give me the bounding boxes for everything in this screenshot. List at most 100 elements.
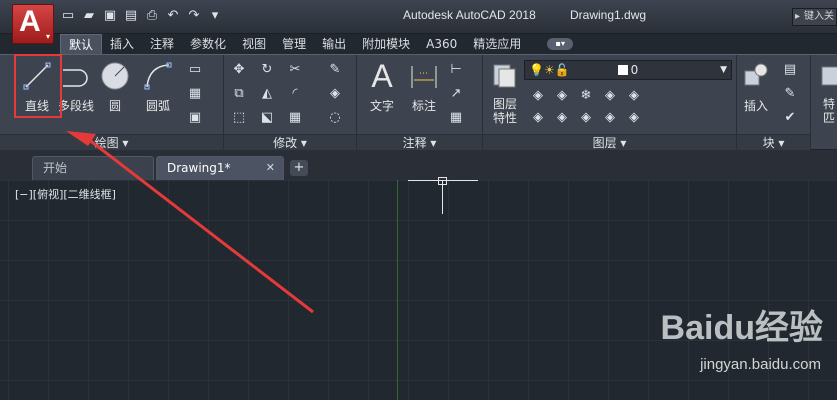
file-tabs-bar: 开始 Drawing1* ✕ + bbox=[0, 150, 837, 180]
text-tool-button[interactable]: A 文字 bbox=[365, 57, 399, 114]
layer-lock-icon[interactable]: ◈ bbox=[601, 87, 619, 105]
mirror-icon[interactable]: ◭ bbox=[258, 85, 276, 103]
line-tool-highlight bbox=[14, 54, 62, 118]
layer-thaw-icon[interactable]: ◈ bbox=[577, 109, 595, 127]
lock-icon: 🔓 bbox=[554, 63, 570, 77]
insert-block-icon bbox=[739, 59, 773, 93]
crosshair-vertical bbox=[442, 180, 443, 214]
dimension-tool-button[interactable]: ⋯ 标注 bbox=[407, 59, 441, 114]
rectangle-icon[interactable]: ▭ bbox=[186, 61, 204, 79]
annotation-panel-title-label: 注释 bbox=[402, 136, 427, 150]
layer-properties-label: 图层 特性 bbox=[487, 97, 523, 125]
undo-icon[interactable]: ↶ bbox=[165, 8, 181, 24]
viewport-controls[interactable]: [−][俯视][二维线框] bbox=[15, 186, 116, 202]
layer-unlock-icon[interactable]: ◈ bbox=[601, 109, 619, 127]
erase-icon[interactable]: ✎ bbox=[326, 61, 344, 79]
tab-annotate[interactable]: 注释 bbox=[142, 34, 182, 54]
modify-panel: ✥ ↻ ✂ ✎ ⧉ ◭ ◜ ◈ ⬚ ⬕ ▦ ◌ 修改 ▾ bbox=[224, 55, 357, 151]
layer-properties-label-line2: 特性 bbox=[492, 111, 517, 125]
tab-featured-apps[interactable]: 精选应用 bbox=[465, 34, 529, 54]
block-panel: 插入 ▤ ✎ ✔ 块 ▾ bbox=[737, 55, 811, 151]
offset-icon[interactable]: ◌ bbox=[326, 109, 344, 127]
arc-tool-button[interactable]: 圆弧 bbox=[138, 59, 178, 114]
trim-icon[interactable]: ✂ bbox=[286, 61, 304, 79]
layer-properties-label-line1: 图层 bbox=[492, 97, 517, 111]
modify-panel-title[interactable]: 修改 ▾ bbox=[224, 134, 356, 151]
application-menu-button[interactable]: A ▾ bbox=[12, 4, 54, 44]
hatch-icon[interactable]: ▦ bbox=[186, 85, 204, 103]
layers-panel: 图层 特性 💡☀🔓 0 ▼ ◈ ◈ ❄ ◈ ◈ ◈ ◈ ◈ ◈ ◈ 图层 ▾ bbox=[483, 55, 737, 151]
save-icon[interactable]: ▣ bbox=[102, 8, 118, 24]
rotate-icon[interactable]: ↻ bbox=[258, 61, 276, 79]
copy-icon[interactable]: ⧉ bbox=[230, 85, 248, 103]
layer-current-icon[interactable]: ◈ bbox=[529, 109, 547, 127]
layer-freeze-icon[interactable]: ❄ bbox=[577, 87, 595, 105]
lightbulb-icon: 💡 bbox=[529, 63, 544, 77]
region-icon[interactable]: ▣ bbox=[186, 109, 204, 127]
new-file-icon[interactable]: ▭ bbox=[60, 8, 76, 24]
print-icon[interactable]: ⎙ bbox=[144, 8, 160, 24]
tab-parametric[interactable]: 参数化 bbox=[182, 34, 234, 54]
quick-access-toolbar: ▭ ▰ ▣ ▤ ⎙ ↶ ↷ ▾ bbox=[60, 8, 223, 28]
match-properties-button[interactable]: 特匹 bbox=[819, 59, 837, 125]
save-as-icon[interactable]: ▤ bbox=[123, 8, 139, 24]
create-block-icon[interactable]: ▤ bbox=[781, 61, 799, 79]
autocad-logo-icon: A bbox=[19, 5, 41, 38]
search-input[interactable]: ▸ 键入关 bbox=[792, 8, 837, 26]
linear-dimension-icon[interactable]: ⊢ bbox=[447, 61, 465, 79]
layer-previous-icon[interactable]: ◈ bbox=[625, 109, 643, 127]
tab-drawing1[interactable]: Drawing1* ✕ bbox=[156, 156, 284, 180]
insert-block-label: 插入 bbox=[743, 99, 768, 113]
explode-icon[interactable]: ◈ bbox=[326, 85, 344, 103]
block-attributes-icon[interactable]: ✔ bbox=[781, 109, 799, 127]
layer-match-icon[interactable]: ◈ bbox=[625, 87, 643, 105]
tab-start[interactable]: 开始 bbox=[32, 156, 154, 180]
leader-icon[interactable]: ↗ bbox=[447, 85, 465, 103]
chevron-right-icon: ▸ bbox=[795, 11, 801, 22]
open-file-icon[interactable]: ▰ bbox=[81, 8, 97, 24]
qat-dropdown-icon[interactable]: ▾ bbox=[207, 8, 223, 24]
edit-block-icon[interactable]: ✎ bbox=[781, 85, 799, 103]
annotation-panel-title[interactable]: 注释 ▾ bbox=[357, 134, 482, 151]
fillet-icon[interactable]: ◜ bbox=[286, 85, 304, 103]
array-icon[interactable]: ▦ bbox=[286, 109, 304, 127]
circle-tool-button[interactable]: 圆 bbox=[97, 59, 133, 114]
layer-isolate-icon[interactable]: ◈ bbox=[553, 87, 571, 105]
layer-properties-icon bbox=[488, 59, 522, 93]
block-panel-title[interactable]: 块 ▾ bbox=[737, 134, 810, 151]
insert-block-button[interactable]: 插入 bbox=[739, 59, 773, 114]
redo-icon[interactable]: ↷ bbox=[186, 8, 202, 24]
chevron-down-icon: ▾ bbox=[45, 32, 50, 41]
tab-a360[interactable]: A360 bbox=[418, 34, 465, 54]
ribbon-minimize-toggle[interactable]: ▪▾ bbox=[547, 38, 574, 50]
close-icon[interactable]: ✕ bbox=[266, 157, 275, 179]
tab-addins[interactable]: 附加模块 bbox=[354, 34, 418, 54]
draw-panel-title-label: 绘图 bbox=[94, 136, 119, 150]
scale-icon[interactable]: ⬕ bbox=[258, 109, 276, 127]
tab-drawing1-label: Drawing1* bbox=[167, 161, 231, 175]
title-bar: ▭ ▰ ▣ ▤ ⎙ ↶ ↷ ▾ Autodesk AutoCAD 2018 Dr… bbox=[0, 0, 837, 34]
watermark: Baidu经验 jingyan.baidu.com bbox=[623, 300, 823, 380]
text-icon: A bbox=[371, 57, 393, 94]
layer-off-icon[interactable]: ◈ bbox=[529, 87, 547, 105]
table-icon[interactable]: ▦ bbox=[447, 109, 465, 127]
annotation-panel: A 文字 ⋯ 标注 ⊢ ↗ ▦ 注释 ▾ bbox=[357, 55, 483, 151]
layer-unisolate-icon[interactable]: ◈ bbox=[553, 109, 571, 127]
stretch-icon[interactable]: ⬚ bbox=[230, 109, 248, 127]
layer-properties-button[interactable]: 图层 特性 bbox=[487, 59, 523, 125]
layer-dropdown[interactable]: 💡☀🔓 0 ▼ bbox=[524, 60, 732, 80]
polyline-tool-button[interactable]: 多段线 bbox=[56, 59, 96, 114]
layers-panel-title-label: 图层 bbox=[592, 136, 617, 150]
draw-panel-title[interactable]: 绘图 ▾ bbox=[0, 134, 223, 151]
tab-view[interactable]: 视图 bbox=[234, 34, 274, 54]
layers-panel-title[interactable]: 图层 ▾ bbox=[483, 134, 736, 151]
tab-insert[interactable]: 插入 bbox=[102, 34, 142, 54]
move-icon[interactable]: ✥ bbox=[230, 61, 248, 79]
tab-output[interactable]: 输出 bbox=[314, 34, 354, 54]
tab-home[interactable]: 默认 bbox=[60, 34, 103, 54]
match-properties-label-line2: 匹 bbox=[822, 111, 835, 125]
current-layer-name: 0 bbox=[630, 63, 639, 77]
polyline-icon bbox=[59, 59, 93, 93]
tab-manage[interactable]: 管理 bbox=[274, 34, 314, 54]
new-tab-button[interactable]: + bbox=[290, 160, 308, 176]
